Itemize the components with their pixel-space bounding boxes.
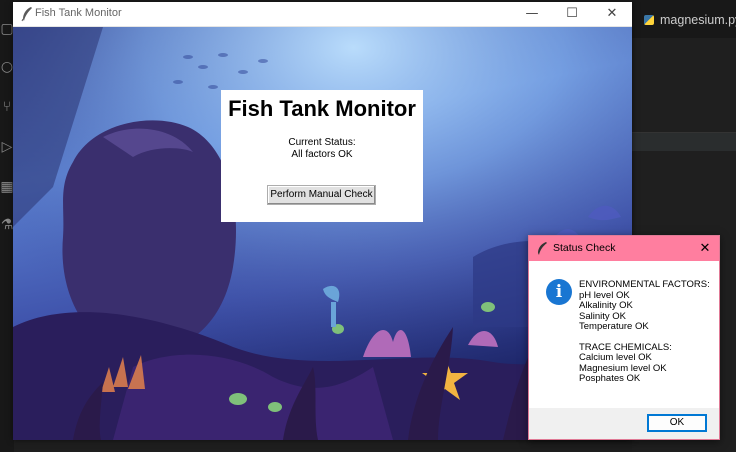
editor-tab-label: magnesium.py [660,13,736,27]
info-icon: i [546,279,572,305]
window-titlebar[interactable]: Fish Tank Monitor — ☐ ✕ [13,2,632,27]
testing-icon[interactable]: ⚗ [0,216,14,234]
perform-manual-check-button[interactable]: Perform Manual Check [267,185,376,205]
source-control-icon[interactable]: ⑂ [0,98,14,116]
current-status-value: All factors OK [291,149,353,160]
search-icon[interactable]: ○ [0,58,14,76]
close-button[interactable]: ✕ [592,2,632,26]
editor-tab[interactable]: magnesium.py [644,8,736,32]
dialog-close-button[interactable]: ✕ [691,236,719,261]
window-title: Fish Tank Monitor [35,7,122,19]
minimize-button[interactable]: — [512,2,552,26]
app-title: Fish Tank Monitor [228,96,416,121]
trace-item: Posphates OK [579,373,641,384]
extensions-icon[interactable]: ▦ [0,178,14,196]
maximize-button[interactable]: ☐ [552,2,592,26]
environmental-factors-header: ENVIRONMENTAL FACTORS: [579,279,710,290]
dialog-titlebar[interactable]: Status Check ✕ [529,236,719,261]
feather-icon [21,7,32,22]
dialog-message: ENVIRONMENTAL FACTORS: pH level OK Alkal… [579,279,717,385]
trace-item: Calcium level OK [579,352,652,363]
ok-button[interactable]: OK [647,414,707,432]
editor-current-line [632,132,736,151]
dialog-body: i ENVIRONMENTAL FACTORS: pH level OK Alk… [529,261,719,408]
env-item: Temperature OK [579,321,649,332]
files-icon[interactable]: ▢ [0,20,14,38]
editor-tabbar: magnesium.py [632,0,736,38]
python-file-icon [644,15,654,25]
current-status-label: Current Status: [288,137,356,148]
feather-icon [538,242,547,255]
monitor-panel: Fish Tank Monitor Current Status: All fa… [221,90,423,222]
dialog-title: Status Check [553,242,616,254]
env-item: Alkalinity OK [579,300,633,311]
dialog-footer: OK [529,408,719,439]
run-debug-icon[interactable]: ▷ [0,138,14,156]
activity-bar: ▢ ○ ⑂ ▷ ▦ ⚗ [0,0,14,452]
status-check-dialog: Status Check ✕ i ENVIRONMENTAL FACTORS: … [528,235,720,440]
message-gap [579,333,717,343]
